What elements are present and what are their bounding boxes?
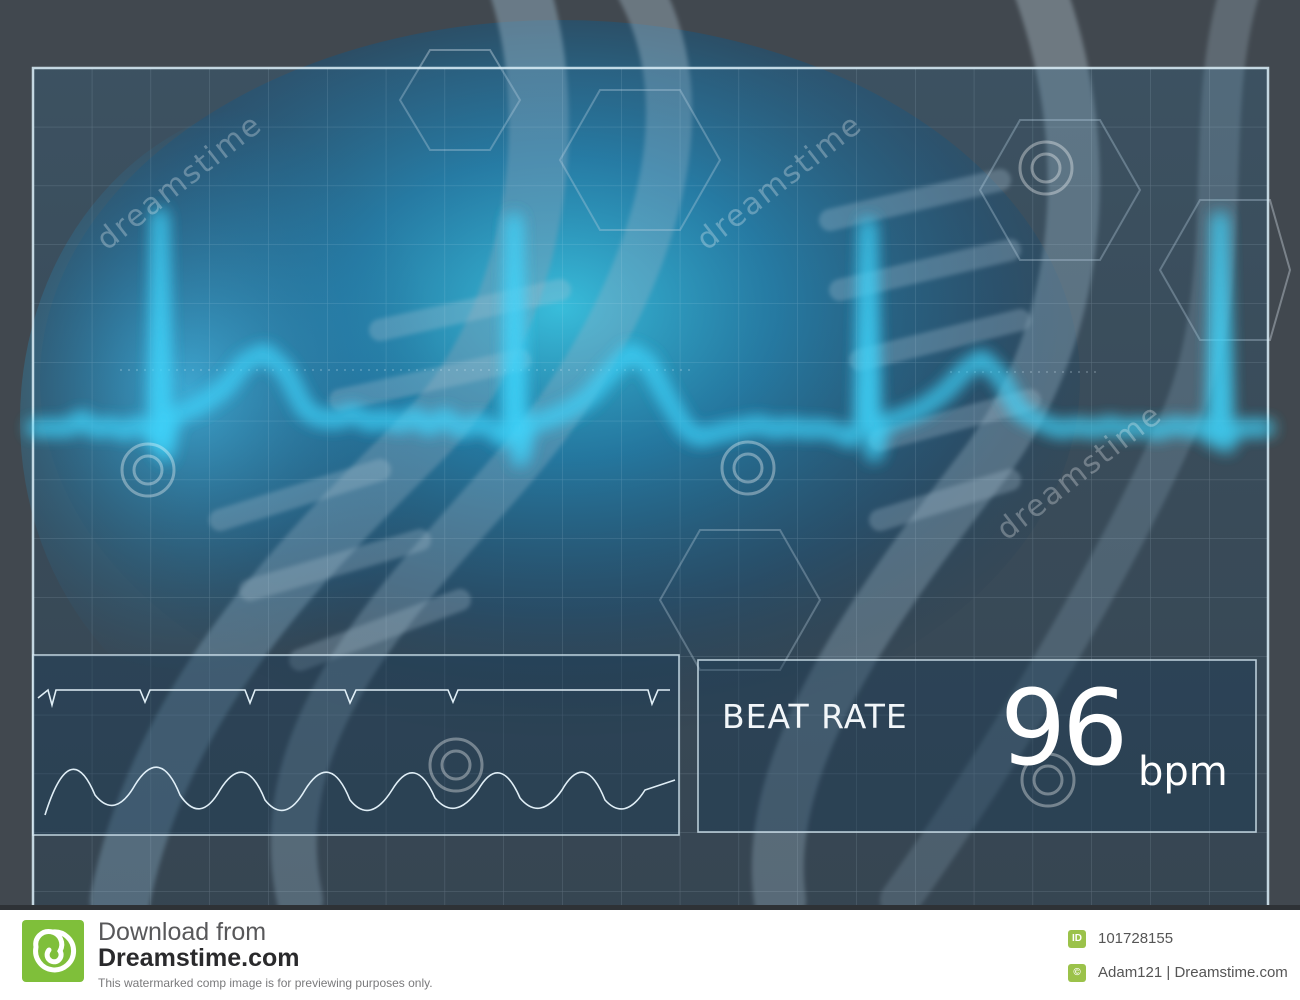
preview-note: This watermarked comp image is for previ… bbox=[98, 976, 433, 990]
readout-panel bbox=[697, 659, 1257, 833]
waveform-panel bbox=[32, 654, 680, 836]
beat-rate-label: BEAT RATE bbox=[722, 697, 908, 736]
beat-rate-unit: bpm bbox=[1138, 749, 1228, 795]
image-id: 101728155 bbox=[1098, 930, 1174, 947]
brand-link[interactable]: Dreamstime.com bbox=[98, 944, 299, 973]
watermark-footer: Download from Dreamstime.com This waterm… bbox=[0, 910, 1300, 1000]
id-badge-icon: ID bbox=[1068, 930, 1086, 948]
author-credit[interactable]: Adam121 | Dreamstime.com bbox=[1098, 964, 1288, 981]
dreamstime-logo bbox=[22, 920, 84, 982]
beat-rate-value: 96 bbox=[1000, 667, 1128, 789]
copyright-badge-icon: © bbox=[1068, 964, 1086, 982]
download-text: Download from bbox=[98, 918, 267, 946]
